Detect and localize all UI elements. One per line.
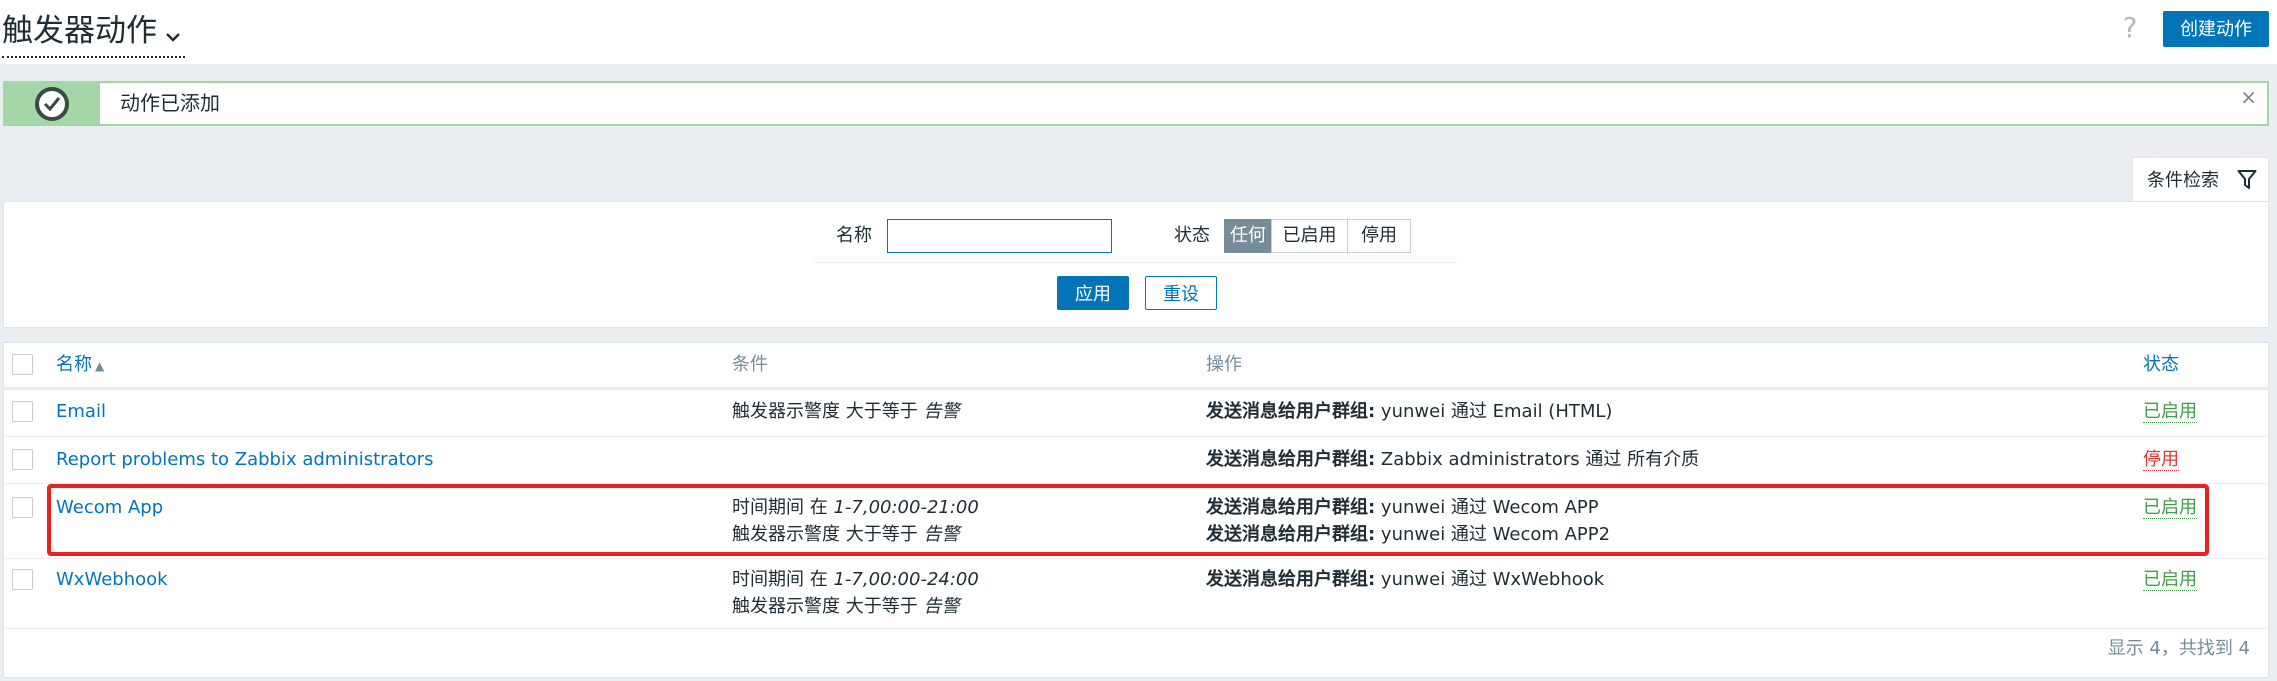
name-filter-input[interactable] [887, 219, 1112, 253]
operation-text: yunwei 通过 WxWebhook [1375, 569, 1605, 590]
status-option-enabled[interactable]: 已启用 [1271, 219, 1348, 253]
condition-value: 1-7,00:00-21:00 [833, 497, 979, 518]
filter-panel: 名称 状态 任何 已启用 停用 应用 重设 [3, 201, 2269, 328]
status-option-any[interactable]: 任何 [1224, 219, 1272, 253]
condition-prefix: 时间期间 在 [732, 569, 834, 590]
paging-summary: 显示 4，共找到 4 [2107, 638, 2250, 659]
operation-text: yunwei 通过 Wecom APP [1375, 497, 1599, 518]
page-header: 触发器动作 ? 创建动作 [0, 0, 2277, 64]
operation-text: yunwei 通过 Wecom APP2 [1375, 524, 1611, 545]
page-title-text: 触发器动作 [2, 13, 157, 49]
operation-label: 发送消息给用户群组: [1206, 569, 1376, 590]
success-message: 动作已添加 × [3, 81, 2269, 126]
status-enabled-link[interactable]: 已启用 [2143, 569, 2197, 591]
row-divider [4, 436, 2268, 437]
operation-line: 发送消息给用户群组: yunwei 通过 WxWebhook [1206, 566, 1604, 593]
condition-prefix: 触发器示警度 大于等于 [732, 524, 924, 545]
action-name-link[interactable]: Wecom App [56, 494, 163, 521]
row-checkbox[interactable] [12, 449, 33, 470]
name-filter-label: 名称 [836, 225, 872, 246]
actions-table: 名称 ▲ 条件 操作 状态 Email 触发器示警度 大于等于 告警 发送消息给用… [3, 342, 2269, 678]
operation-label: 发送消息给用户群组: [1206, 497, 1376, 518]
status-cell[interactable]: 停用 [2143, 446, 2179, 473]
operation-label: 发送消息给用户群组: [1206, 401, 1376, 422]
column-header-operations: 操作 [1206, 354, 1242, 375]
condition-line: 触发器示警度 大于等于 告警 [732, 521, 959, 548]
column-header-name-label[interactable]: 名称 [56, 354, 92, 375]
action-name-link[interactable]: Email [56, 398, 106, 425]
operation-text: Zabbix administrators 通过 所有介质 [1375, 449, 1700, 470]
operation-line: 发送消息给用户群组: yunwei 通过 Email (HTML) [1206, 398, 1612, 425]
condition-line: 触发器示警度 大于等于 告警 [732, 398, 959, 425]
status-disabled-link[interactable]: 停用 [2143, 449, 2179, 471]
create-action-button[interactable]: 创建动作 [2163, 11, 2269, 47]
row-checkbox[interactable] [12, 401, 33, 422]
row-checkbox[interactable] [12, 569, 33, 590]
table-header-divider [4, 387, 2268, 390]
row-divider [4, 628, 2268, 629]
condition-prefix: 触发器示警度 大于等于 [732, 596, 924, 617]
filter-tab[interactable]: 条件检索 [2132, 157, 2269, 202]
condition-value: 告警 [923, 524, 960, 545]
status-filter-label: 状态 [1174, 225, 1210, 246]
status-enabled-link[interactable]: 已启用 [2143, 497, 2197, 519]
sort-ascending-icon: ▲ [95, 359, 105, 373]
message-icon-area [5, 83, 100, 124]
row-divider [4, 558, 2268, 559]
close-icon[interactable]: × [2240, 85, 2257, 109]
condition-line: 触发器示警度 大于等于 告警 [732, 593, 959, 620]
condition-line: 时间期间 在 1-7,00:00-24:00 [732, 566, 979, 593]
action-name-link[interactable]: WxWebhook [56, 566, 168, 593]
select-all-checkbox[interactable] [12, 354, 33, 375]
check-circle-icon [35, 87, 69, 121]
status-option-disabled[interactable]: 停用 [1347, 219, 1411, 253]
status-cell[interactable]: 已启用 [2143, 398, 2197, 425]
page-title[interactable]: 触发器动作 [2, 8, 185, 58]
condition-prefix: 时间期间 在 [732, 497, 834, 518]
column-header-name[interactable]: 名称 ▲ [56, 343, 104, 388]
filter-tab-label: 条件检索 [2147, 170, 2219, 191]
condition-value: 告警 [923, 596, 960, 617]
operation-line: 发送消息给用户群组: Zabbix administrators 通过 所有介质 [1206, 446, 1699, 473]
operation-line: 发送消息给用户群组: yunwei 通过 Wecom APP [1206, 494, 1599, 521]
reset-button[interactable]: 重设 [1145, 276, 1217, 310]
message-text: 动作已添加 [120, 91, 220, 115]
condition-line: 时间期间 在 1-7,00:00-21:00 [732, 494, 979, 521]
status-cell[interactable]: 已启用 [2143, 566, 2197, 593]
operation-text: yunwei 通过 Email (HTML) [1375, 401, 1613, 422]
filter-divider [814, 262, 1458, 263]
condition-value: 告警 [923, 401, 960, 422]
help-icon[interactable]: ? [2116, 10, 2144, 46]
row-divider [4, 483, 2268, 484]
condition-prefix: 触发器示警度 大于等于 [732, 401, 924, 422]
column-header-conditions: 条件 [732, 354, 768, 375]
column-header-status[interactable]: 状态 [2143, 343, 2179, 387]
chevron-down-icon[interactable] [165, 10, 181, 56]
action-name-link[interactable]: Report problems to Zabbix administrators [56, 446, 433, 473]
operation-label: 发送消息给用户群组: [1206, 524, 1376, 545]
status-cell[interactable]: 已启用 [2143, 494, 2197, 521]
row-checkbox[interactable] [12, 497, 33, 518]
operation-line: 发送消息给用户群组: yunwei 通过 Wecom APP2 [1206, 521, 1610, 548]
filter-icon [2237, 169, 2257, 195]
operation-label: 发送消息给用户群组: [1206, 449, 1376, 470]
status-enabled-link[interactable]: 已启用 [2143, 401, 2197, 423]
column-header-status-label[interactable]: 状态 [2143, 354, 2179, 375]
condition-value: 1-7,00:00-24:00 [833, 569, 979, 590]
apply-button[interactable]: 应用 [1057, 276, 1129, 310]
